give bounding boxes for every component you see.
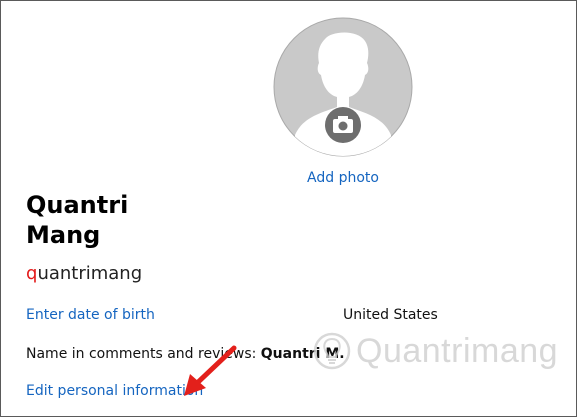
- edit-personal-info-link[interactable]: Edit personal information: [26, 383, 203, 399]
- last-name: Mang: [26, 221, 101, 249]
- watermark-text: Quantrimang: [356, 331, 559, 370]
- profile-name: Quantri Mang: [26, 190, 128, 250]
- annotation-arrow: [184, 345, 237, 396]
- camera-icon[interactable]: [325, 107, 361, 143]
- country: United States: [343, 307, 438, 323]
- avatar[interactable]: [265, 17, 421, 157]
- login: quantrimang: [26, 263, 142, 284]
- login-rest: uantrimang: [37, 263, 143, 284]
- lightbulb-icon: [313, 332, 351, 370]
- add-photo-link[interactable]: Add photo: [300, 170, 386, 186]
- watermark: Quantrimang: [312, 326, 558, 376]
- dob-link[interactable]: Enter date of birth: [26, 307, 155, 323]
- login-first-char: q: [26, 263, 38, 284]
- first-name: Quantri: [26, 191, 129, 219]
